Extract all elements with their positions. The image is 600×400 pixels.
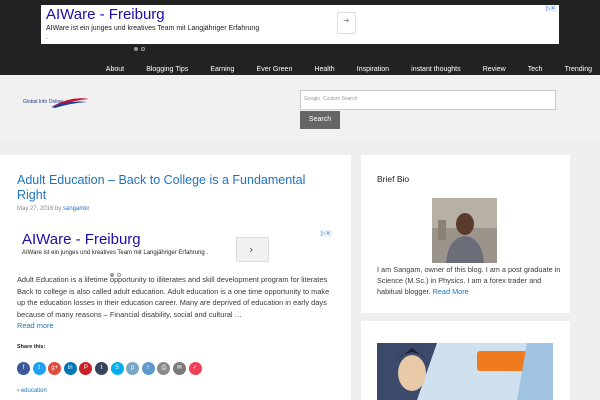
top-ad-text[interactable]: AIWare ist ein junges und kreatives Team… bbox=[46, 24, 261, 42]
inline-ad-text[interactable]: AIWare ist ein junges und kreatives Team… bbox=[22, 249, 237, 257]
article-by: by bbox=[55, 206, 62, 212]
pocket-save-icon[interactable]: ✓ bbox=[188, 362, 202, 375]
pager-dot[interactable] bbox=[134, 47, 138, 51]
top-ad-title[interactable]: AIWare - Freiburg bbox=[46, 6, 165, 23]
top-bar: AIWare - Freiburg AIWare ist ein junges … bbox=[0, 0, 600, 75]
article-excerpt-text: Adult Education is a lifetime opportunit… bbox=[17, 275, 330, 319]
nav-item-review[interactable]: Review bbox=[483, 66, 506, 73]
top-ad-arrow-button[interactable]: ➜ bbox=[337, 12, 356, 34]
pocket-icon[interactable]: p bbox=[126, 362, 140, 375]
author-portrait-icon bbox=[432, 198, 497, 263]
sidebar-bio-widget: Brief Bio I am Sangam, owner of this blo… bbox=[361, 155, 570, 313]
share-label: Share this: bbox=[17, 344, 46, 350]
folder-icon: ▪ bbox=[17, 388, 20, 394]
article-excerpt: Adult Education is a lifetime opportunit… bbox=[17, 274, 339, 332]
nav-item-earning[interactable]: Earning bbox=[210, 66, 234, 73]
nav-item-trending[interactable]: Trending bbox=[565, 66, 592, 73]
article-meta: May 27, 2016 by sangamkr bbox=[17, 206, 89, 212]
article-author-link[interactable]: sangamkr bbox=[63, 206, 89, 212]
article-date[interactable]: May 27, 2016 bbox=[17, 206, 53, 212]
linkedin-icon[interactable]: in bbox=[63, 362, 77, 375]
pager-dot[interactable] bbox=[141, 47, 145, 51]
inline-ad-arrow-button[interactable]: › bbox=[236, 237, 269, 262]
sidebar-image-widget bbox=[361, 321, 570, 400]
share-buttons: f t g+ in Pt Sp r ⎙ ✉ ✓ bbox=[17, 354, 204, 375]
twitter-icon[interactable]: t bbox=[32, 362, 46, 375]
bio-read-more-link[interactable]: Read More bbox=[433, 287, 469, 296]
google-custom-search-label: Google Custom Search bbox=[304, 96, 358, 102]
author-photo bbox=[432, 198, 497, 263]
article-card: Adult Education – Back to College is a F… bbox=[0, 155, 351, 400]
nav-item-about[interactable]: About bbox=[106, 66, 124, 73]
nav-item-instant-thoughts[interactable]: instant thoughts bbox=[411, 66, 460, 73]
read-more-link[interactable]: Read more bbox=[17, 321, 54, 330]
tumblr-icon[interactable]: t bbox=[94, 362, 108, 375]
nav-item-health[interactable]: Health bbox=[314, 66, 334, 73]
bio-title: Brief Bio bbox=[377, 174, 410, 184]
skype-icon[interactable]: S bbox=[110, 362, 124, 375]
anime-banner-icon bbox=[377, 343, 553, 400]
article-category: ▪ education bbox=[17, 388, 47, 394]
naruto-banner-image[interactable] bbox=[377, 343, 553, 400]
facebook-icon[interactable]: f bbox=[17, 362, 30, 375]
ad-choices-icon[interactable]: ▷✕ bbox=[545, 5, 557, 12]
chevron-right-icon: › bbox=[249, 243, 254, 256]
category-link[interactable]: education bbox=[21, 388, 47, 394]
site-logo[interactable]: Global Info Online bbox=[23, 94, 91, 110]
article-title[interactable]: Adult Education – Back to College is a F… bbox=[17, 173, 337, 203]
search-button[interactable]: Search bbox=[300, 111, 340, 129]
main-nav: About Blogging Tips Earning Ever Green H… bbox=[89, 56, 592, 73]
site-header: Global Info Online Google Custom Search … bbox=[0, 75, 600, 140]
logo-text: Global Info Online bbox=[23, 99, 64, 105]
top-ad-banner[interactable]: AIWare - Freiburg AIWare ist ein junges … bbox=[41, 5, 559, 51]
google-plus-icon[interactable]: g+ bbox=[48, 362, 62, 375]
top-ad-pager bbox=[134, 36, 148, 55]
pinterest-icon[interactable]: P bbox=[79, 362, 93, 375]
inline-ad-banner[interactable]: AIWare - Freiburg AIWare ist ein junges … bbox=[17, 228, 335, 277]
ad-choices-icon[interactable]: ▷✕ bbox=[320, 230, 332, 237]
nav-item-tech[interactable]: Tech bbox=[528, 66, 543, 73]
nav-item-ever-green[interactable]: Ever Green bbox=[257, 66, 293, 73]
bio-text: I am Sangam, owner of this blog. I am a … bbox=[377, 264, 563, 297]
email-icon[interactable]: ✉ bbox=[172, 362, 186, 375]
reddit-icon[interactable]: r bbox=[141, 362, 155, 375]
search-input[interactable]: Google Custom Search bbox=[300, 90, 556, 110]
inline-ad-title[interactable]: AIWare - Freiburg bbox=[22, 231, 141, 248]
arrow-right-icon: ➜ bbox=[343, 16, 350, 25]
nav-item-inspiration[interactable]: Inspiration bbox=[357, 66, 389, 73]
nav-item-blogging-tips[interactable]: Blogging Tips bbox=[146, 66, 188, 73]
print-icon[interactable]: ⎙ bbox=[157, 362, 171, 375]
